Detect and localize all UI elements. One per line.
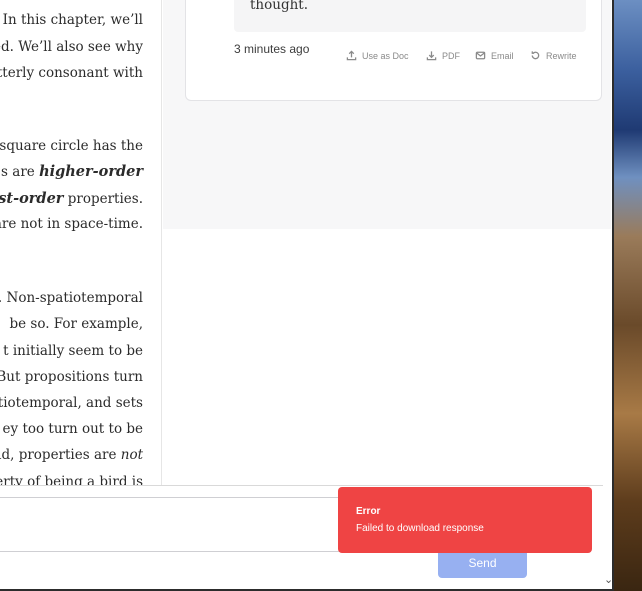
toast-title: Error bbox=[356, 506, 381, 517]
composer-divider bbox=[0, 485, 612, 486]
document-line: t initially seem to be bbox=[3, 343, 143, 359]
use-as-doc-button[interactable]: Use as Doc bbox=[346, 50, 409, 61]
document-line: aid, properties are not bbox=[0, 447, 143, 463]
document-line: ined. We’ll also see why bbox=[0, 39, 143, 55]
toast-message: Failed to download response bbox=[356, 523, 484, 534]
error-toast[interactable]: Error Failed to download response bbox=[338, 487, 592, 553]
rewrite-icon bbox=[531, 51, 540, 60]
scrollbar[interactable] bbox=[603, 229, 612, 591]
upload-icon bbox=[346, 50, 357, 61]
document-line: s are higher-order bbox=[1, 163, 143, 180]
document-pane[interactable]: ). In this chapter, we’ll ined. We’ll al… bbox=[0, 0, 162, 485]
document-line: perty of being a bird is bbox=[0, 474, 143, 485]
download-icon bbox=[426, 51, 437, 61]
document-line: be so. For example, bbox=[9, 316, 143, 332]
action-label: Rewrite bbox=[546, 50, 577, 61]
response-quote-box: thought. bbox=[234, 0, 586, 32]
email-button[interactable]: Email bbox=[475, 50, 514, 61]
action-label: Email bbox=[491, 50, 514, 61]
document-line: a square circle has the bbox=[0, 138, 143, 154]
mail-icon bbox=[475, 51, 486, 60]
document-line: ne. Non-spatiotemporal bbox=[0, 290, 143, 306]
document-line: first-order properties. bbox=[0, 190, 143, 207]
pdf-button[interactable]: PDF bbox=[426, 50, 460, 61]
chat-scroll-strip bbox=[603, 0, 611, 229]
action-label: Use as Doc bbox=[362, 50, 409, 61]
response-timestamp: 3 minutes ago bbox=[234, 42, 310, 56]
response-card: thought. 3 minutes ago Use as Doc PDF Em… bbox=[185, 0, 602, 101]
response-text: thought. bbox=[250, 0, 308, 13]
document-line: patiotemporal, and sets bbox=[0, 395, 143, 411]
document-line: utterly consonant with bbox=[0, 65, 143, 81]
message-input[interactable] bbox=[0, 497, 344, 552]
document-line: are not in space-time. bbox=[0, 216, 143, 232]
rewrite-button[interactable]: Rewrite bbox=[530, 50, 577, 61]
document-line: ). In this chapter, we’ll bbox=[0, 12, 143, 28]
document-line: ey too turn out to be bbox=[2, 421, 143, 437]
action-label: PDF bbox=[442, 50, 460, 61]
document-line: ) But propositions turn bbox=[0, 369, 143, 385]
desktop-wallpaper bbox=[614, 0, 642, 591]
